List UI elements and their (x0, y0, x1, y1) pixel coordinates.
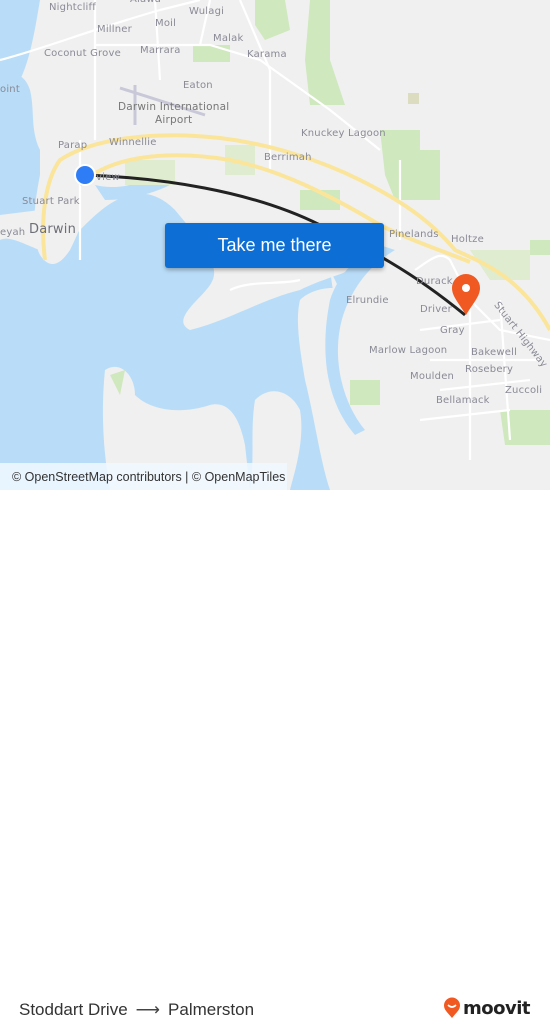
map-label: Rosebery (465, 364, 514, 375)
map-label: Driver (420, 304, 452, 315)
map-attribution[interactable]: © OpenStreetMap contributors | © OpenMap… (0, 463, 287, 490)
map-label: Nightcliff (49, 2, 96, 13)
map-label: oint (0, 84, 20, 95)
destination-name: Palmerston (168, 1000, 255, 1019)
park (350, 380, 380, 405)
park (305, 0, 345, 105)
map-label: Marlow Lagoon (369, 345, 448, 356)
map-label: Darwin (29, 222, 77, 237)
park (255, 0, 290, 40)
airport-label: Darwin International Airport (118, 101, 230, 126)
map-label: Bakewell (471, 347, 518, 358)
map[interactable]: Alawa Nightcliff Wulagi Moil Millner Mal… (0, 0, 550, 490)
map-label: Moil (155, 18, 177, 29)
map-label: Millner (97, 24, 132, 35)
moovit-pin-icon (444, 997, 460, 1018)
park (408, 93, 419, 104)
map-label: Winnellie (109, 137, 157, 148)
arrow-right-icon: ⟶ (135, 1000, 161, 1019)
map-label: Alawa (130, 0, 161, 5)
map-label: Berrimah (264, 152, 312, 163)
map-label: Karama (247, 49, 287, 60)
map-label: eyah (0, 227, 26, 238)
map-label: Malak (213, 33, 244, 44)
map-label: Parap (58, 140, 88, 151)
map-label: Zuccoli (505, 385, 543, 396)
map-label: Holtze (451, 234, 484, 245)
map-label: Bellamack (436, 395, 490, 406)
map-label: Marrara (140, 45, 181, 56)
map-label: Wulagi (189, 6, 225, 17)
map-label: view (96, 172, 120, 183)
origin-marker (74, 164, 96, 186)
map-label: Moulden (410, 371, 455, 382)
map-label: Durack (416, 276, 453, 287)
route-summary: Stoddart Drive ⟶ Palmerston (19, 1000, 254, 1020)
park (380, 130, 440, 200)
map-label: Stuart Park (22, 196, 80, 207)
map-label: Gray (440, 325, 465, 336)
map-label: Coconut Grove (44, 48, 121, 59)
take-me-there-button[interactable]: Take me there (165, 223, 384, 268)
origin-name: Stoddart Drive (19, 1000, 128, 1019)
moovit-logo[interactable]: moovit (443, 997, 531, 1019)
map-label: Elrundie (346, 295, 389, 306)
map-label: Eaton (183, 80, 213, 91)
moovit-wordmark: moovit (463, 997, 531, 1019)
map-label: Pinelands (389, 229, 439, 240)
park (530, 240, 550, 255)
footer: Stoddart Drive ⟶ Palmerston moovit (0, 490, 550, 1019)
map-label: Knuckey Lagoon (301, 128, 386, 139)
park (193, 45, 230, 62)
